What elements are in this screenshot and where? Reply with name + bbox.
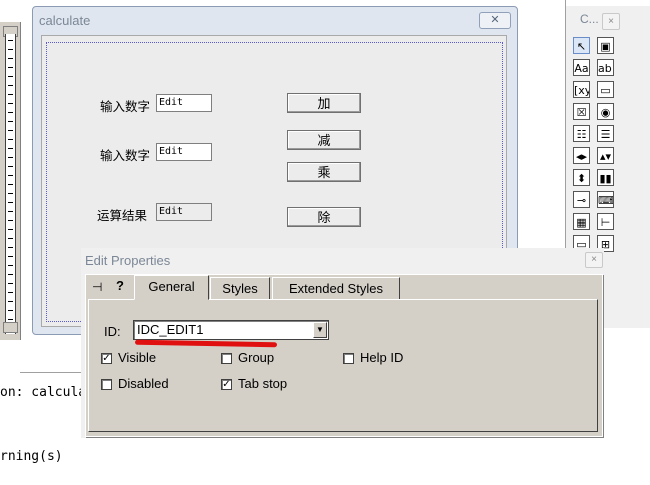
ruler-tick	[8, 301, 13, 302]
output-line-warnings: rning(s)	[0, 449, 63, 464]
radio-icon[interactable]: ◉	[597, 103, 614, 120]
ruler-tick	[8, 238, 13, 239]
hotkey-icon[interactable]: ⌨	[597, 191, 614, 208]
ruler-tick	[8, 310, 13, 311]
id-combo-box[interactable]: IDC_EDIT1 ▼	[133, 320, 329, 340]
edit-box-icon[interactable]: ab|	[597, 59, 614, 76]
tab-general[interactable]: General	[134, 275, 209, 300]
disabled-checkbox-label[interactable]: Disabled	[118, 376, 169, 391]
dropdown-arrow-icon[interactable]: ▼	[313, 322, 327, 338]
ruler-tick	[8, 94, 13, 95]
ruler-tick	[8, 202, 13, 203]
list-box-icon[interactable]: ☰	[597, 125, 614, 142]
ruler-tick	[8, 265, 13, 266]
add-button[interactable]: 加	[287, 93, 361, 113]
ruler-track[interactable]	[5, 34, 16, 334]
subtract-button[interactable]: 减	[287, 130, 361, 150]
pointer-icon[interactable]: ↖	[573, 37, 590, 54]
properties-body: ⊣ ? General Styles Extended Styles ID: I…	[85, 274, 603, 437]
tree-control-icon[interactable]: ⊢	[597, 213, 614, 230]
ruler-tick	[8, 121, 13, 122]
ruler-tick	[8, 184, 13, 185]
ruler-tick	[8, 76, 13, 77]
output-line-build: on: calcula	[0, 385, 87, 400]
tab-stop-checkbox-label[interactable]: Tab stop	[238, 376, 287, 391]
ruler-tick	[8, 274, 13, 275]
group-box-icon[interactable]: [xy]	[573, 81, 590, 98]
toolbox-close-button[interactable]: ×	[602, 13, 620, 30]
group-checkbox[interactable]	[221, 353, 232, 364]
disabled-checkbox[interactable]	[101, 379, 112, 390]
dialog-title: calculate	[39, 13, 91, 28]
divide-button[interactable]: 除	[287, 207, 361, 227]
static-text-icon[interactable]: Aa	[573, 59, 590, 76]
group-checkbox-label[interactable]: Group	[238, 350, 274, 365]
input-number-label-2: 输入数字	[100, 149, 151, 163]
properties-title: Edit Properties	[85, 253, 171, 268]
ruler-tick	[8, 148, 13, 149]
input-number-label-1: 输入数字	[100, 100, 151, 114]
result-edit[interactable]: Edit	[156, 203, 212, 221]
button-icon[interactable]: ▭	[597, 81, 614, 98]
tab-stop-checkbox[interactable]: ✓	[221, 379, 232, 390]
list-control-icon[interactable]: ▦	[573, 213, 590, 230]
checkbox-icon[interactable]: ☒	[573, 103, 590, 120]
picture-icon[interactable]: ▣	[597, 37, 614, 54]
general-tab-panel: ID: IDC_EDIT1 ▼ ✓ Visible Group Help ID …	[88, 299, 598, 432]
ruler-tick	[8, 247, 13, 248]
help-id-checkbox-label[interactable]: Help ID	[360, 350, 403, 365]
ruler-tick	[8, 139, 13, 140]
help-icon[interactable]: ?	[116, 278, 124, 293]
ruler-tick	[8, 157, 13, 158]
dialog-close-button[interactable]: ✕	[479, 12, 511, 29]
ruler-tick	[8, 103, 13, 104]
result-label: 运算结果	[97, 209, 148, 223]
ruler-tick	[8, 112, 13, 113]
vertical-ruler	[0, 22, 21, 340]
spin-icon[interactable]: ⬍	[573, 169, 590, 186]
vscroll-icon[interactable]: ▴▾	[597, 147, 614, 164]
toolbox-title: C...	[580, 12, 599, 26]
ruler-tick	[8, 229, 13, 230]
properties-close-button[interactable]: ×	[585, 252, 603, 268]
visible-checkbox-label[interactable]: Visible	[118, 350, 156, 365]
ruler-tick	[8, 319, 13, 320]
ruler-tick	[8, 130, 13, 131]
visible-checkbox[interactable]: ✓	[101, 353, 112, 364]
multiply-button[interactable]: 乘	[287, 162, 361, 182]
ruler-tick	[8, 58, 13, 59]
id-label: ID:	[104, 324, 121, 339]
help-id-checkbox[interactable]	[343, 353, 354, 364]
tab-styles[interactable]: Styles	[210, 277, 270, 299]
ruler-tick	[8, 292, 13, 293]
tab-extended-styles[interactable]: Extended Styles	[272, 277, 400, 299]
pin-icon[interactable]: ⊣	[92, 280, 102, 294]
ruler-tick	[8, 283, 13, 284]
ruler-tick	[8, 211, 13, 212]
ruler-tick	[8, 67, 13, 68]
ruler-tick	[8, 175, 13, 176]
hscroll-icon[interactable]: ◂▸	[573, 147, 590, 164]
ruler-tick	[8, 220, 13, 221]
ruler-tick	[8, 166, 13, 167]
input-number-edit-1[interactable]: Edit	[156, 94, 212, 112]
ruler-bottom-button[interactable]	[3, 322, 18, 333]
ruler-tick	[8, 40, 13, 41]
combo-box-icon[interactable]: ☷	[573, 125, 590, 142]
ruler-tick	[8, 49, 13, 50]
slider-icon[interactable]: ⊸	[573, 191, 590, 208]
ruler-tick	[8, 193, 13, 194]
progress-icon[interactable]: ▮▮	[597, 169, 614, 186]
ruler-tick	[8, 256, 13, 257]
input-number-edit-2[interactable]: Edit	[156, 143, 212, 161]
id-combo-value[interactable]: IDC_EDIT1	[137, 322, 203, 337]
ruler-tick	[8, 85, 13, 86]
